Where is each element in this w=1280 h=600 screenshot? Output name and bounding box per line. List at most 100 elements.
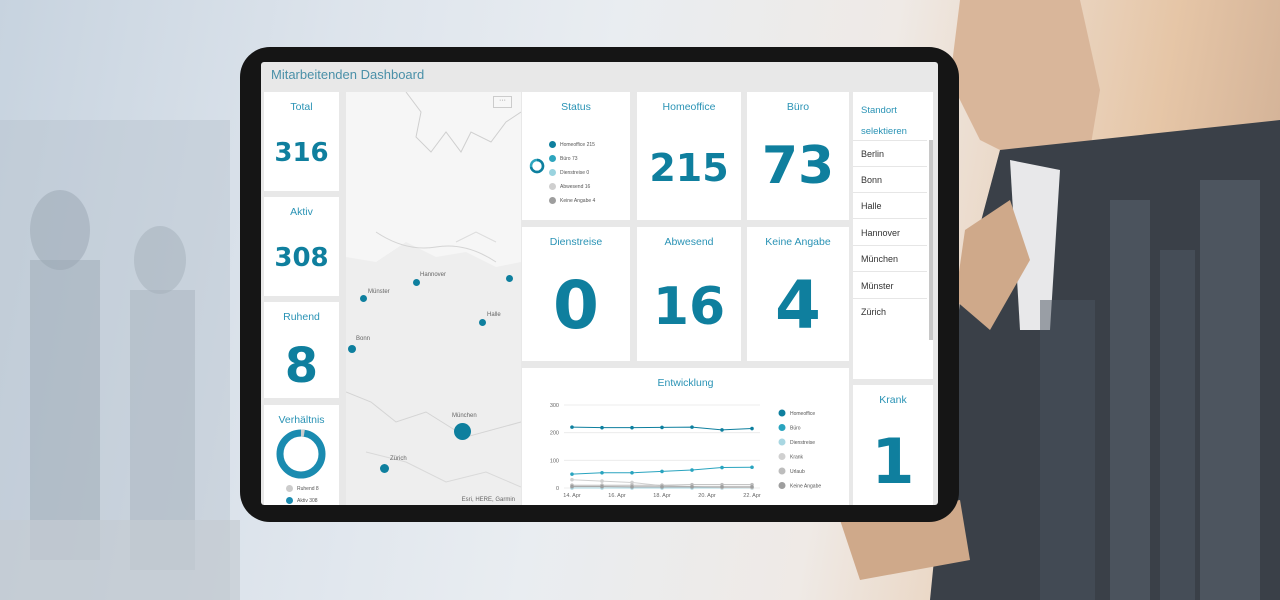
chart-data-point <box>750 465 754 470</box>
dashboard-title: Mitarbeitenden Dashboard <box>271 67 425 82</box>
chart-legend-label: Büro <box>790 426 801 432</box>
chart-data-point <box>600 484 604 489</box>
legend-swatch-icon <box>549 169 556 176</box>
status-legend-buero: Büro 73 <box>549 155 578 162</box>
chart-legend-label: Urlaub <box>790 469 805 475</box>
map-marker-berlin[interactable] <box>506 275 513 282</box>
chart-x-tick-label: 14. Apr <box>563 493 581 499</box>
map-marker-muenchen[interactable] <box>454 423 471 440</box>
chart-x-tick-label: 20. Apr <box>698 493 716 499</box>
map-marker-zuerich[interactable] <box>380 464 389 473</box>
standort-item-hannover[interactable]: Hannover <box>861 228 900 238</box>
status-donut <box>529 158 545 174</box>
chart-legend-label: Keine Angabe <box>790 484 821 490</box>
abwesend-label: Abwesend <box>664 236 714 248</box>
standort-item-zuerich[interactable]: Zürich <box>861 307 886 317</box>
chart-legend-label: Dienstreise <box>790 440 815 446</box>
homeoffice-card: Homeoffice 215 <box>637 92 741 220</box>
keine-angabe-card: Keine Angabe 4 <box>747 227 849 361</box>
krank-value: 1 <box>871 425 915 498</box>
chart-legend-swatch <box>778 424 786 431</box>
krank-card: Krank 1 <box>853 385 933 505</box>
chart-data-point <box>690 468 694 472</box>
chart-data-point <box>600 470 604 475</box>
chart-legend-swatch <box>778 467 786 475</box>
legend-swatch-icon <box>286 485 293 492</box>
keine-angabe-label: Keine Angabe <box>765 236 831 248</box>
chart-y-tick-label: 200 <box>550 431 559 437</box>
divider <box>853 166 927 167</box>
status-legend-homeoffice: Homeoffice 215 <box>549 141 595 148</box>
legend-swatch-icon <box>549 183 556 190</box>
standort-item-muenster[interactable]: Münster <box>861 281 894 291</box>
aktiv-card: Aktiv 308 <box>264 197 339 296</box>
chart-data-point <box>750 426 754 431</box>
legend-swatch-icon <box>549 141 556 148</box>
ruhend-value: 8 <box>284 338 319 394</box>
total-label: Total <box>290 101 313 113</box>
chart-data-point <box>660 425 664 430</box>
chart-data-point <box>660 485 664 489</box>
divider <box>853 271 927 272</box>
chart-data-point <box>570 484 574 489</box>
city-label-muenster: Münster <box>368 289 390 295</box>
abwesend-value: 16 <box>652 277 726 337</box>
verhaeltnis-legend-aktiv: Aktiv 308 <box>286 497 318 504</box>
chart-legend-label: Homeoffice <box>790 411 815 417</box>
city-label-zuerich: Zürich <box>390 456 407 462</box>
status-legend-abwesend: Abwesend 16 <box>549 183 590 190</box>
chart-legend-swatch <box>778 438 786 446</box>
verhaeltnis-label: Verhältnis <box>278 414 325 426</box>
chart-data-point <box>720 485 724 489</box>
chart-data-point <box>690 485 694 489</box>
standort-item-berlin[interactable]: Berlin <box>861 149 884 159</box>
divider <box>853 245 927 246</box>
buero-card: Büro 73 <box>747 92 849 220</box>
city-label-bonn: Bonn <box>356 336 371 342</box>
krank-label: Krank <box>879 394 907 406</box>
buero-value: 73 <box>761 136 835 196</box>
dienstreise-label: Dienstreise <box>549 236 603 248</box>
chart-x-tick-label: 18. Apr <box>653 493 671 499</box>
aktiv-value: 308 <box>274 243 329 273</box>
standort-item-halle[interactable]: Halle <box>861 201 882 211</box>
map-marker-hannover[interactable] <box>413 279 420 286</box>
standort-item-bonn[interactable]: Bonn <box>861 175 882 185</box>
legend-swatch-icon <box>286 497 293 504</box>
map-marker-bonn[interactable] <box>348 345 356 353</box>
verhaeltnis-donut <box>276 429 326 479</box>
location-map[interactable]: ··· Hannover Münster Halle Bonn München … <box>346 92 521 505</box>
standort-label: Standort selektieren <box>861 105 907 137</box>
chart-data-point <box>720 428 724 432</box>
chart-data-point <box>600 425 604 430</box>
city-label-hannover: Hannover <box>420 272 447 278</box>
ruhend-card: Ruhend 8 <box>264 302 339 398</box>
map-menu-button[interactable]: ··· <box>493 96 512 108</box>
chart-y-tick-label: 300 <box>550 403 559 409</box>
verhaeltnis-card: Verhältnis Ruhend 8 Aktiv 308 <box>264 405 339 505</box>
map-marker-muenster[interactable] <box>360 295 367 302</box>
chart-y-tick-label: 100 <box>550 458 559 464</box>
legend-swatch-icon <box>549 197 556 204</box>
map-basemap <box>346 92 521 488</box>
chart-legend-swatch <box>778 409 786 417</box>
verhaeltnis-legend-ruhend: Ruhend 8 <box>286 485 319 492</box>
chart-data-point <box>600 479 604 483</box>
entwicklung-chart: 0 100 200 300 14. Apr 16. Apr 18. Apr 20. Apr 22… <box>550 403 822 499</box>
chart-y-tick-label: 0 <box>556 486 559 492</box>
chart-data-point <box>570 425 574 429</box>
standort-scrollbar[interactable] <box>929 140 933 340</box>
chart-data-point <box>690 425 694 429</box>
chart-legend-swatch <box>778 453 786 460</box>
status-legend-dienstreise: Dienstreise 0 <box>549 169 589 176</box>
standort-item-muenchen[interactable]: München <box>861 254 898 264</box>
chart-x-tick-label: 22. Apr <box>743 493 761 499</box>
status-label: Status <box>561 101 591 113</box>
chart-data-point <box>720 465 724 470</box>
homeoffice-value: 215 <box>649 146 729 190</box>
map-marker-halle[interactable] <box>479 319 486 326</box>
total-value: 316 <box>274 138 329 168</box>
ruhend-label: Ruhend <box>283 311 320 323</box>
chart-data-point <box>570 477 574 482</box>
chart-data-point <box>630 425 634 430</box>
